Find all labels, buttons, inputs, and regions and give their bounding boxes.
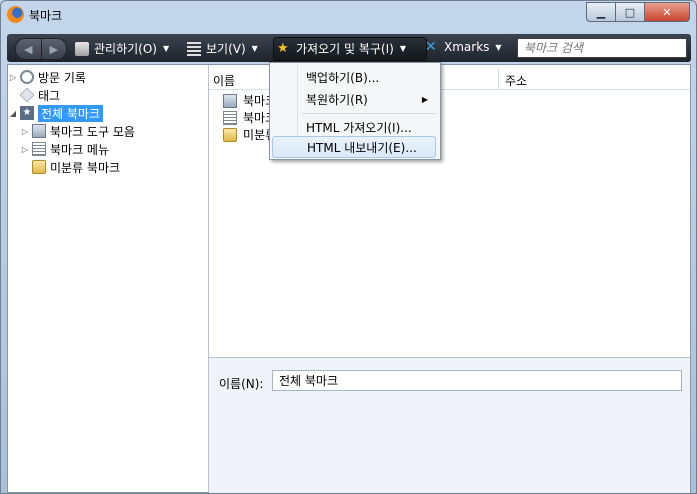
chevron-down-icon: ▼ <box>162 44 170 53</box>
close-button[interactable]: ✕ <box>645 2 690 22</box>
menu-item-export-html[interactable]: HTML 내보내기(E)... <box>272 136 436 158</box>
search-input[interactable] <box>517 38 687 58</box>
chevron-down-icon: ▼ <box>495 42 502 52</box>
expand-triangle-icon[interactable]: ▷ <box>20 145 30 154</box>
tree-item-all-bookmarks[interactable]: ◢ ★ 전체 북마크 <box>8 104 207 122</box>
toolbar-folder-icon <box>223 93 237 108</box>
column-header-location[interactable]: 주소 <box>505 72 527 89</box>
folder-tree: ▷ 방문 기록 태그 ◢ ★ 전체 북마크 ▷ 북마크 도구 모음 ▷ 북마크 … <box>8 65 209 492</box>
maximize-button[interactable]: □ <box>616 2 645 22</box>
expand-triangle-icon[interactable]: ▷ <box>8 73 18 82</box>
name-field[interactable] <box>272 370 682 391</box>
chevron-down-icon: ▼ <box>251 44 258 53</box>
menu-separator <box>302 113 436 114</box>
unsorted-folder-icon <box>32 160 46 174</box>
clock-icon <box>20 70 34 84</box>
view-label: 보기(V) <box>206 42 246 56</box>
import-star-icon: ★ <box>277 40 289 56</box>
bookmarks-star-icon: ★ <box>20 106 34 120</box>
window-controls: ▁ □ ✕ <box>586 2 690 22</box>
tree-item-history[interactable]: ▷ 방문 기록 <box>8 68 207 86</box>
collapse-triangle-icon[interactable]: ◢ <box>8 109 18 118</box>
manage-menu-button[interactable]: 관리하기(O) ▼ <box>75 40 169 57</box>
xmarks-menu-button[interactable]: ✕ Xmarks ▼ <box>425 40 502 54</box>
view-menu-button[interactable]: 보기(V) ▼ <box>187 40 258 57</box>
nav-buttons: ◀ ▶ <box>15 38 67 60</box>
menu-folder-icon <box>223 110 237 125</box>
menu-folder-icon <box>32 142 46 156</box>
firefox-icon <box>7 6 24 23</box>
title-bar[interactable]: 북마크 ▁ □ ✕ <box>1 1 696 29</box>
name-label: 이름(N): <box>219 377 264 391</box>
chevron-down-icon: ▼ <box>399 44 406 53</box>
toolbar-folder-icon <box>32 124 46 138</box>
minimize-button[interactable]: ▁ <box>586 2 616 22</box>
xmarks-icon: ✕ <box>425 39 437 55</box>
view-list-icon <box>187 41 201 56</box>
manage-label: 관리하기(O) <box>94 42 157 56</box>
forward-arrow-icon[interactable]: ▶ <box>40 39 67 59</box>
tree-item-tags[interactable]: 태그 <box>8 86 207 104</box>
column-header-name[interactable]: 이름 <box>213 72 235 89</box>
submenu-arrow-icon: ▶ <box>421 94 428 104</box>
expand-triangle-icon[interactable]: ▷ <box>20 127 30 136</box>
detail-pane: 이름(N): <box>209 357 690 493</box>
library-toolbar: ◀ ▶ 관리하기(O) ▼ 보기(V) ▼ ★ 가져오기 및 복구(I) ▼ ✕… <box>7 34 691 62</box>
organize-icon <box>75 41 89 56</box>
unsorted-folder-icon <box>223 127 237 142</box>
import-label: 가져오기 및 복구(I) <box>296 42 394 56</box>
menu-item-restore[interactable]: 복원하기(R) ▶ <box>272 88 436 110</box>
menu-item-backup[interactable]: 백업하기(B)... <box>272 66 436 88</box>
tree-item-unsorted-bookmarks[interactable]: 미분류 북마크 <box>8 158 207 176</box>
window-title: 북마크 <box>29 9 63 23</box>
menu-item-import-html[interactable]: HTML 가져오기(I)... <box>272 116 436 138</box>
bookmarks-window: 북마크 ▁ □ ✕ ◀ ▶ 관리하기(O) ▼ 보기(V) ▼ ★ 가져오기 및… <box>0 0 697 494</box>
back-arrow-icon[interactable]: ◀ <box>16 39 41 59</box>
tag-icon <box>19 87 35 103</box>
import-backup-dropdown: 백업하기(B)... 복원하기(R) ▶ HTML 가져오기(I)... HTM… <box>269 62 441 160</box>
xmarks-label: Xmarks <box>444 40 490 54</box>
tree-item-bookmarks-menu[interactable]: ▷ 북마크 메뉴 <box>8 140 207 158</box>
tree-item-bookmarks-toolbar[interactable]: ▷ 북마크 도구 모음 <box>8 122 207 140</box>
import-backup-menu-button[interactable]: ★ 가져오기 및 복구(I) ▼ <box>277 40 406 57</box>
